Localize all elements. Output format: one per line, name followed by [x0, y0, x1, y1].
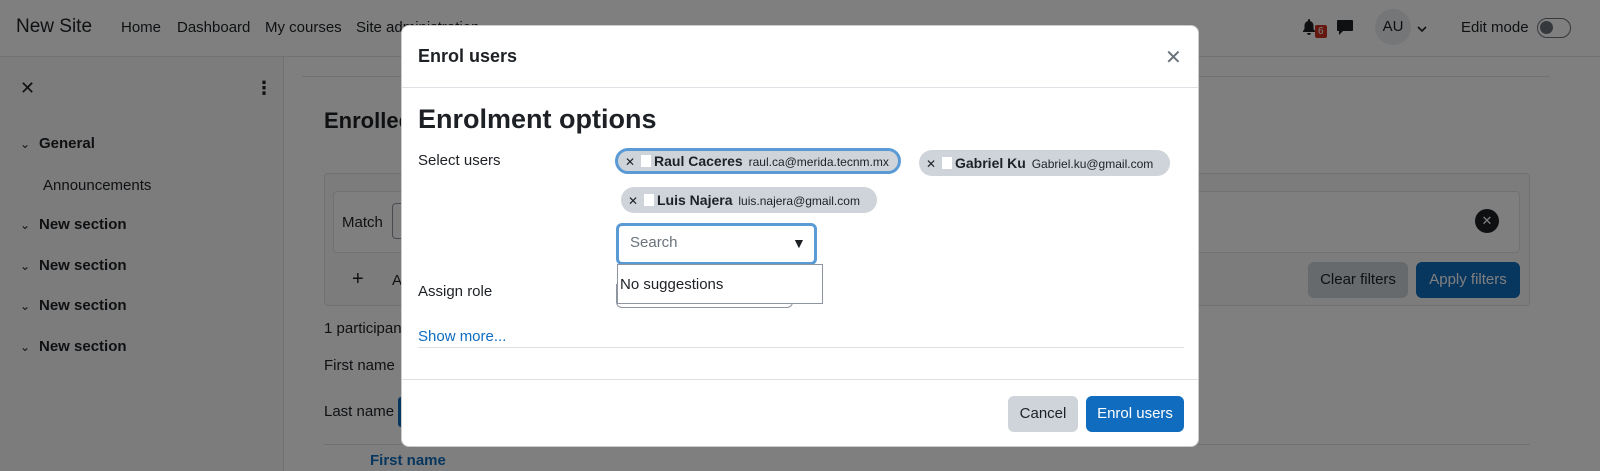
- suggestions-dropdown: No suggestions: [617, 264, 823, 304]
- selected-user-chip[interactable]: ✕ Gabriel Ku Gabriel.ku@gmail.com: [919, 150, 1170, 176]
- user-search-field[interactable]: ▼: [616, 223, 817, 265]
- remove-icon[interactable]: ✕: [924, 151, 938, 177]
- selected-user-chip[interactable]: ✕ Raul Caceres raul.ca@merida.tecnm.mx: [615, 148, 901, 174]
- assign-role-label: Assign role: [418, 283, 493, 300]
- enrolment-options-heading: Enrolment options: [418, 104, 657, 134]
- select-users-label: Select users: [418, 152, 501, 169]
- modal-header: Enrol users ✕: [402, 26, 1198, 88]
- cancel-button[interactable]: Cancel: [1008, 396, 1078, 432]
- enrol-users-modal: Enrol users ✕ Enrolment options Select u…: [401, 25, 1199, 447]
- no-suggestions-text: No suggestions: [620, 276, 724, 293]
- enrol-users-button[interactable]: Enrol users: [1086, 396, 1184, 432]
- divider: [418, 347, 1184, 348]
- remove-icon[interactable]: ✕: [623, 152, 637, 172]
- user-picture-icon: [644, 194, 654, 206]
- show-more-link[interactable]: Show more...: [418, 328, 506, 345]
- user-picture-icon: [942, 157, 952, 169]
- modal-footer: Cancel Enrol users: [402, 379, 1198, 446]
- selected-user-chip[interactable]: ✕ Luis Najera luis.najera@gmail.com: [621, 187, 877, 213]
- user-picture-icon: [641, 155, 651, 167]
- modal-title: Enrol users: [418, 46, 518, 66]
- search-input[interactable]: [630, 234, 780, 251]
- remove-icon[interactable]: ✕: [626, 188, 640, 214]
- dropdown-arrow-icon[interactable]: ▼: [792, 235, 806, 251]
- close-icon[interactable]: ✕: [1165, 48, 1182, 68]
